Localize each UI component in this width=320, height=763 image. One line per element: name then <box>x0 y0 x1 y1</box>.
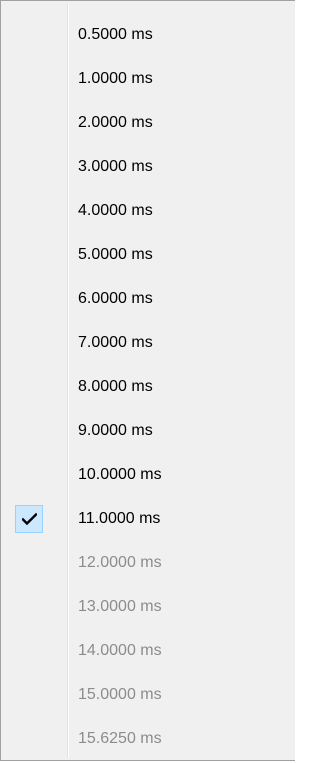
check-slot <box>15 241 43 269</box>
check-slot <box>15 417 43 445</box>
check-slot <box>15 637 43 665</box>
menu-item-label: 7.0000 ms <box>78 334 153 351</box>
menu-item-label: 2.0000 ms <box>78 114 153 131</box>
menu-item-2-ms[interactable]: 2.0000 ms <box>1 101 295 145</box>
menu-item-label: 13.0000 ms <box>78 598 162 615</box>
menu-item-label: 12.0000 ms <box>78 554 162 571</box>
menu-item-label: 10.0000 ms <box>78 466 162 483</box>
menu-item-label: 3.0000 ms <box>78 158 153 175</box>
check-slot <box>15 21 43 49</box>
menu-item-label: 0.5000 ms <box>78 26 153 43</box>
check-highlight <box>15 505 43 533</box>
menu-item-5-ms[interactable]: 5.0000 ms <box>1 233 295 277</box>
menu-item-label: 1.0000 ms <box>78 70 153 87</box>
menu-item-label: 9.0000 ms <box>78 422 153 439</box>
menu-item-label: 8.0000 ms <box>78 378 153 395</box>
menu-item-11-ms[interactable]: 11.0000 ms <box>1 497 295 541</box>
check-slot <box>15 329 43 357</box>
check-slot <box>15 109 43 137</box>
check-slot <box>15 285 43 313</box>
menu-item-15-ms: 15.0000 ms <box>1 673 295 717</box>
menu-item-label: 14.0000 ms <box>78 642 162 659</box>
menu-item-8-ms[interactable]: 8.0000 ms <box>1 365 295 409</box>
check-slot <box>15 373 43 401</box>
menu-item-label: 4.0000 ms <box>78 202 153 219</box>
menu-item-1-ms[interactable]: 1.0000 ms <box>1 57 295 101</box>
menu-item-label: 15.0000 ms <box>78 686 162 703</box>
check-slot <box>15 681 43 709</box>
check-slot <box>15 153 43 181</box>
check-slot <box>15 725 43 753</box>
menu-item-label: 15.6250 ms <box>78 730 162 747</box>
menu-item-3-ms[interactable]: 3.0000 ms <box>1 145 295 189</box>
check-slot <box>15 461 43 489</box>
menu-item-4-ms[interactable]: 4.0000 ms <box>1 189 295 233</box>
menu-item-10-ms[interactable]: 10.0000 ms <box>1 453 295 497</box>
check-slot <box>15 549 43 577</box>
check-slot <box>15 197 43 225</box>
timer-resolution-menu: 0.5000 ms 1.0000 ms 2.0000 ms 3.0000 ms … <box>0 0 295 761</box>
check-slot <box>15 593 43 621</box>
menu-item-13-ms: 13.0000 ms <box>1 585 295 629</box>
menu-item-15-625-ms: 15.6250 ms <box>1 717 295 761</box>
menu-item-7-ms[interactable]: 7.0000 ms <box>1 321 295 365</box>
menu-items: 0.5000 ms 1.0000 ms 2.0000 ms 3.0000 ms … <box>1 13 295 761</box>
menu-item-label: 5.0000 ms <box>78 246 153 263</box>
menu-item-14-ms: 14.0000 ms <box>1 629 295 673</box>
menu-item-12-ms: 12.0000 ms <box>1 541 295 585</box>
menu-item-label: 6.0000 ms <box>78 290 153 307</box>
menu-item-6-ms[interactable]: 6.0000 ms <box>1 277 295 321</box>
menu-item-9-ms[interactable]: 9.0000 ms <box>1 409 295 453</box>
menu-item-0-5-ms[interactable]: 0.5000 ms <box>1 13 295 57</box>
check-slot <box>15 65 43 93</box>
menu-item-label: 11.0000 ms <box>78 510 161 527</box>
